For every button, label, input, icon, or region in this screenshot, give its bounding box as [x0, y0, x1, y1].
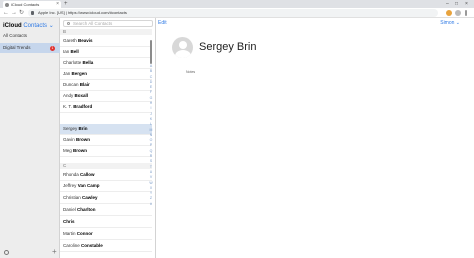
reload-button[interactable]: ↻	[19, 9, 24, 17]
contact-last-name: Beavis	[78, 38, 93, 43]
new-tab-button[interactable]: +	[64, 0, 68, 8]
avatar-body-icon	[174, 50, 191, 58]
profile-icon[interactable]	[455, 10, 461, 16]
contact-first-name: Jan	[63, 71, 71, 76]
contact-first-name: Daniel	[63, 207, 76, 212]
contact-first-name: Andy	[63, 93, 74, 98]
contact-first-name: Caroline	[63, 243, 80, 248]
contact-row[interactable]: Caroline Constable	[60, 241, 152, 252]
contact-row[interactable]: Meg Brown	[60, 146, 152, 157]
group-all-contacts[interactable]: All Contacts	[0, 31, 60, 41]
apple-favicon-icon	[5, 3, 9, 7]
contact-last-name: Bell	[70, 49, 79, 54]
contact-row[interactable]: Martin Connor	[60, 229, 152, 240]
search-input[interactable]: Search All Contacts	[63, 20, 153, 27]
contact-first-name: Charlotte	[63, 60, 82, 65]
contact-row[interactable]: Duncan Blair	[60, 80, 152, 91]
contact-row[interactable]: Christian Cawley	[60, 193, 152, 204]
contact-list: Search All Contacts B Gareth Beavis Ian …	[60, 18, 156, 258]
contact-last-name: Van Camp	[77, 183, 100, 188]
chevron-down-icon: ⌄	[48, 23, 54, 29]
contact-name: Sergey Brin	[199, 41, 257, 53]
contact-first-name: Christian	[63, 195, 81, 200]
contact-row[interactable]: Ian Bell	[60, 47, 152, 58]
contact-last-name: Bergen	[71, 71, 88, 76]
search-icon	[67, 22, 70, 25]
group-label: Digital Trends	[3, 45, 31, 50]
browser-tab[interactable]: iCloud Contacts ×	[3, 1, 61, 8]
contact-row[interactable]: K. T. Bradford	[60, 102, 152, 113]
group-label: All Contacts	[3, 33, 28, 38]
contact-first-name: Gareth	[63, 38, 77, 43]
browser-tab-bar: iCloud Contacts × + – □ ×	[0, 0, 474, 8]
tab-title: iCloud Contacts	[11, 2, 40, 7]
contact-last-name: Boxall	[74, 93, 89, 98]
contact-row[interactable]: Andy Boxall	[60, 91, 152, 102]
contact-row[interactable]: Jeffrey Van Camp	[60, 181, 152, 192]
gear-icon[interactable]	[4, 250, 9, 255]
contacts-app-label: Contacts	[23, 23, 48, 29]
edit-button[interactable]: Edit	[158, 20, 167, 26]
contact-first-name: Jeffrey	[63, 183, 77, 188]
contact-first-name: Gavin	[63, 137, 75, 142]
contact-row-selected[interactable]: Sergey Brin	[60, 124, 152, 135]
close-window-button[interactable]: ×	[465, 0, 468, 8]
contact-last-name: Connor	[76, 231, 93, 236]
browser-toolbar: ← → ↻ Apple Inc. [US] | https://www.iclo…	[0, 8, 474, 18]
unread-badge: 1	[50, 45, 55, 51]
maximize-button[interactable]: □	[455, 0, 458, 8]
list-scrollbar[interactable]	[150, 40, 152, 64]
contact-first-name: Meg	[63, 148, 72, 153]
search-placeholder: Search All Contacts	[73, 21, 113, 26]
contact-row[interactable]: Charlotte Bella	[60, 58, 152, 69]
contact-row[interactable]: Gavin Brown	[60, 135, 152, 146]
contact-row[interactable]: Chris	[60, 217, 152, 228]
contact-last-name: Bella	[82, 60, 94, 65]
notes-label: Notes	[186, 70, 196, 74]
contact-first-name: Rhonda	[63, 172, 79, 177]
browser-menu-icon[interactable]	[465, 10, 467, 16]
user-menu-button[interactable]: Simon ⌄	[440, 20, 460, 26]
app-switcher[interactable]: iCloud Contacts ⌄	[3, 22, 54, 29]
contact-first-name: Martin	[63, 231, 76, 236]
contact-last-name: Brown	[73, 148, 88, 153]
contact-last-name: Brin	[78, 126, 88, 131]
contact-first-name: K. T.	[63, 104, 72, 109]
contact-first-name: Ian	[63, 49, 70, 54]
contact-last-name: Bradford	[73, 104, 93, 109]
contact-row[interactable]: Rhonda Callow	[60, 170, 152, 181]
extension-icon[interactable]	[446, 10, 452, 16]
contact-last-name: Blair	[79, 82, 90, 87]
avatar	[172, 37, 193, 58]
lock-icon	[31, 11, 34, 15]
contact-last-name: Charlton	[77, 207, 96, 212]
forward-button[interactable]: →	[11, 9, 17, 17]
section-header-b: B	[60, 29, 152, 35]
groups-sidebar: iCloud Contacts ⌄ All Contacts Digital T…	[0, 18, 60, 258]
section-header-c: C	[60, 163, 152, 169]
contact-row[interactable]: Jan Bergen	[60, 69, 152, 80]
alphabet-index[interactable]: A B C D E F G H I J K L M N O P Q R S T U V W X Y Z #	[148, 64, 154, 207]
contact-last-name: Callow	[80, 172, 95, 177]
avatar-head-icon	[178, 41, 187, 49]
minimize-button[interactable]: –	[446, 0, 449, 8]
contact-row[interactable]: Gareth Beavis	[60, 36, 152, 47]
back-button[interactable]: ←	[3, 9, 9, 17]
icloud-brand: iCloud	[3, 23, 22, 29]
group-digital-trends[interactable]: Digital Trends 1	[0, 43, 60, 53]
contact-first-name: Sergey	[63, 126, 78, 131]
add-group-button[interactable]: +	[52, 247, 57, 256]
tab-close-icon[interactable]: ×	[56, 1, 59, 8]
contact-last-name: Cawley	[82, 195, 98, 200]
contact-detail: Edit Simon ⌄ Sergey Brin Notes	[157, 18, 474, 258]
contact-last-name: Brown	[76, 137, 91, 142]
index-letter[interactable]: #	[148, 202, 154, 207]
contact-row[interactable]: Daniel Charlton	[60, 205, 152, 216]
address-bar[interactable]: Apple Inc. [US] | https://www.icloud.com…	[28, 9, 438, 17]
contact-first-name: Duncan	[63, 82, 79, 87]
contact-last-name: Chris	[63, 219, 75, 224]
contact-last-name: Constable	[81, 243, 103, 248]
address-text: Apple Inc. [US] | https://www.icloud.com…	[38, 10, 127, 15]
